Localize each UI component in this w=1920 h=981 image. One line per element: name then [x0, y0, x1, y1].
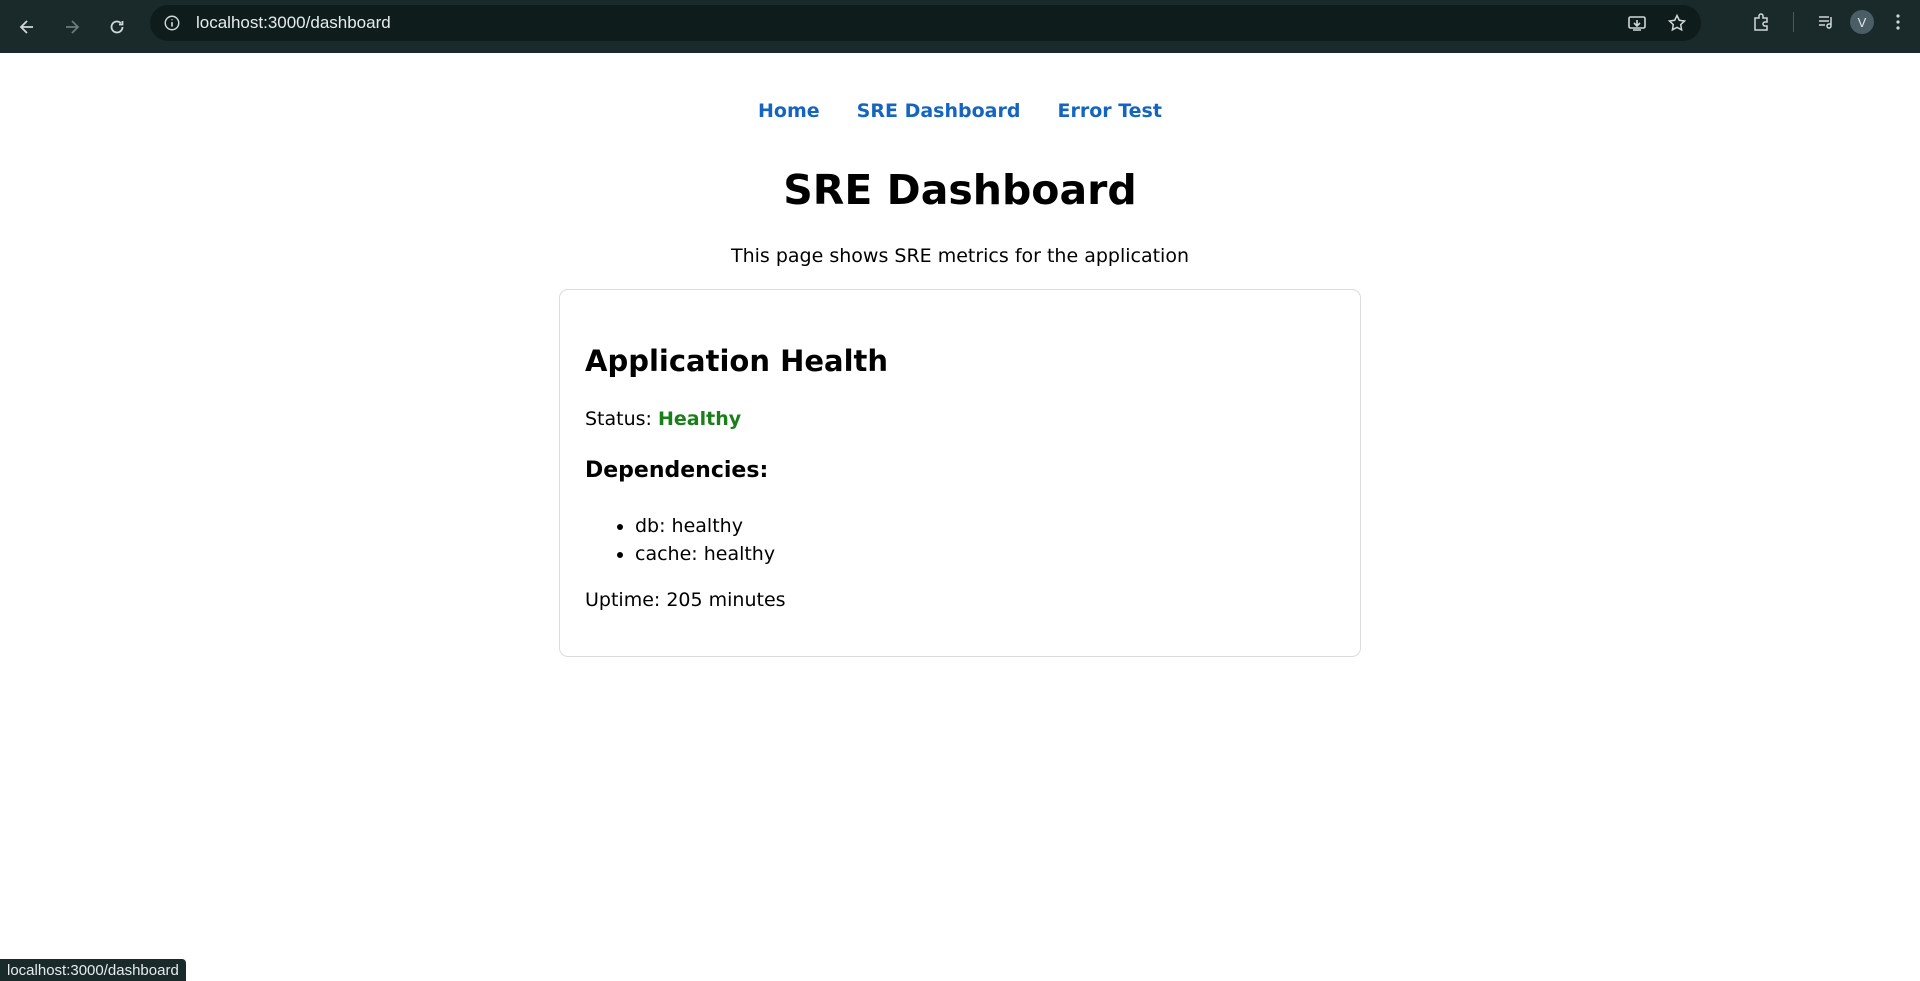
browser-toolbar: localhost:3000/dashboard V — [0, 0, 1920, 53]
list-item: cache: healthy — [635, 540, 775, 568]
dependencies-heading: Dependencies: — [585, 458, 769, 483]
status-line: Status: Healthy — [585, 408, 741, 430]
health-card: Application Health Status: Healthy Depen… — [559, 289, 1361, 657]
status-badge: Healthy — [658, 408, 742, 430]
url-text[interactable]: localhost:3000/dashboard — [196, 13, 391, 33]
reload-button[interactable] — [99, 9, 135, 45]
uptime-text: Uptime: 205 minutes — [585, 589, 786, 611]
install-app-icon[interactable] — [1623, 9, 1651, 37]
dependencies-list: db: healthy cache: healthy — [635, 512, 775, 568]
forward-arrow-icon — [66, 19, 80, 34]
profile-button[interactable]: V — [1844, 4, 1880, 40]
health-heading: Application Health — [585, 344, 889, 378]
top-nav: Home SRE Dashboard Error Test — [0, 100, 1920, 122]
page-title: SRE Dashboard — [783, 166, 1137, 214]
address-bar[interactable]: localhost:3000/dashboard — [150, 5, 1701, 41]
toolbar-right: V — [1743, 0, 1920, 44]
page-description: This page shows SRE metrics for the appl… — [730, 245, 1190, 267]
nav-link-home[interactable]: Home — [758, 100, 820, 122]
status-label: Status: — [585, 408, 652, 430]
site-info-icon[interactable] — [152, 5, 192, 41]
bookmark-star-icon[interactable] — [1663, 9, 1691, 37]
back-arrow-icon — [19, 19, 33, 34]
avatar[interactable]: V — [1850, 10, 1874, 34]
toolbar-divider — [1793, 12, 1794, 32]
nav-link-error-test[interactable]: Error Test — [1057, 100, 1161, 122]
extensions-icon[interactable] — [1743, 4, 1779, 40]
back-button[interactable] — [9, 9, 45, 45]
nav-link-sre-dashboard[interactable]: SRE Dashboard — [857, 100, 1021, 122]
forward-button[interactable] — [54, 9, 90, 45]
reload-icon — [110, 20, 124, 33]
list-item: db: healthy — [635, 512, 775, 540]
media-control-icon[interactable] — [1808, 4, 1844, 40]
link-status-bar: localhost:3000/dashboard — [0, 959, 186, 981]
more-menu-icon[interactable] — [1880, 4, 1916, 40]
